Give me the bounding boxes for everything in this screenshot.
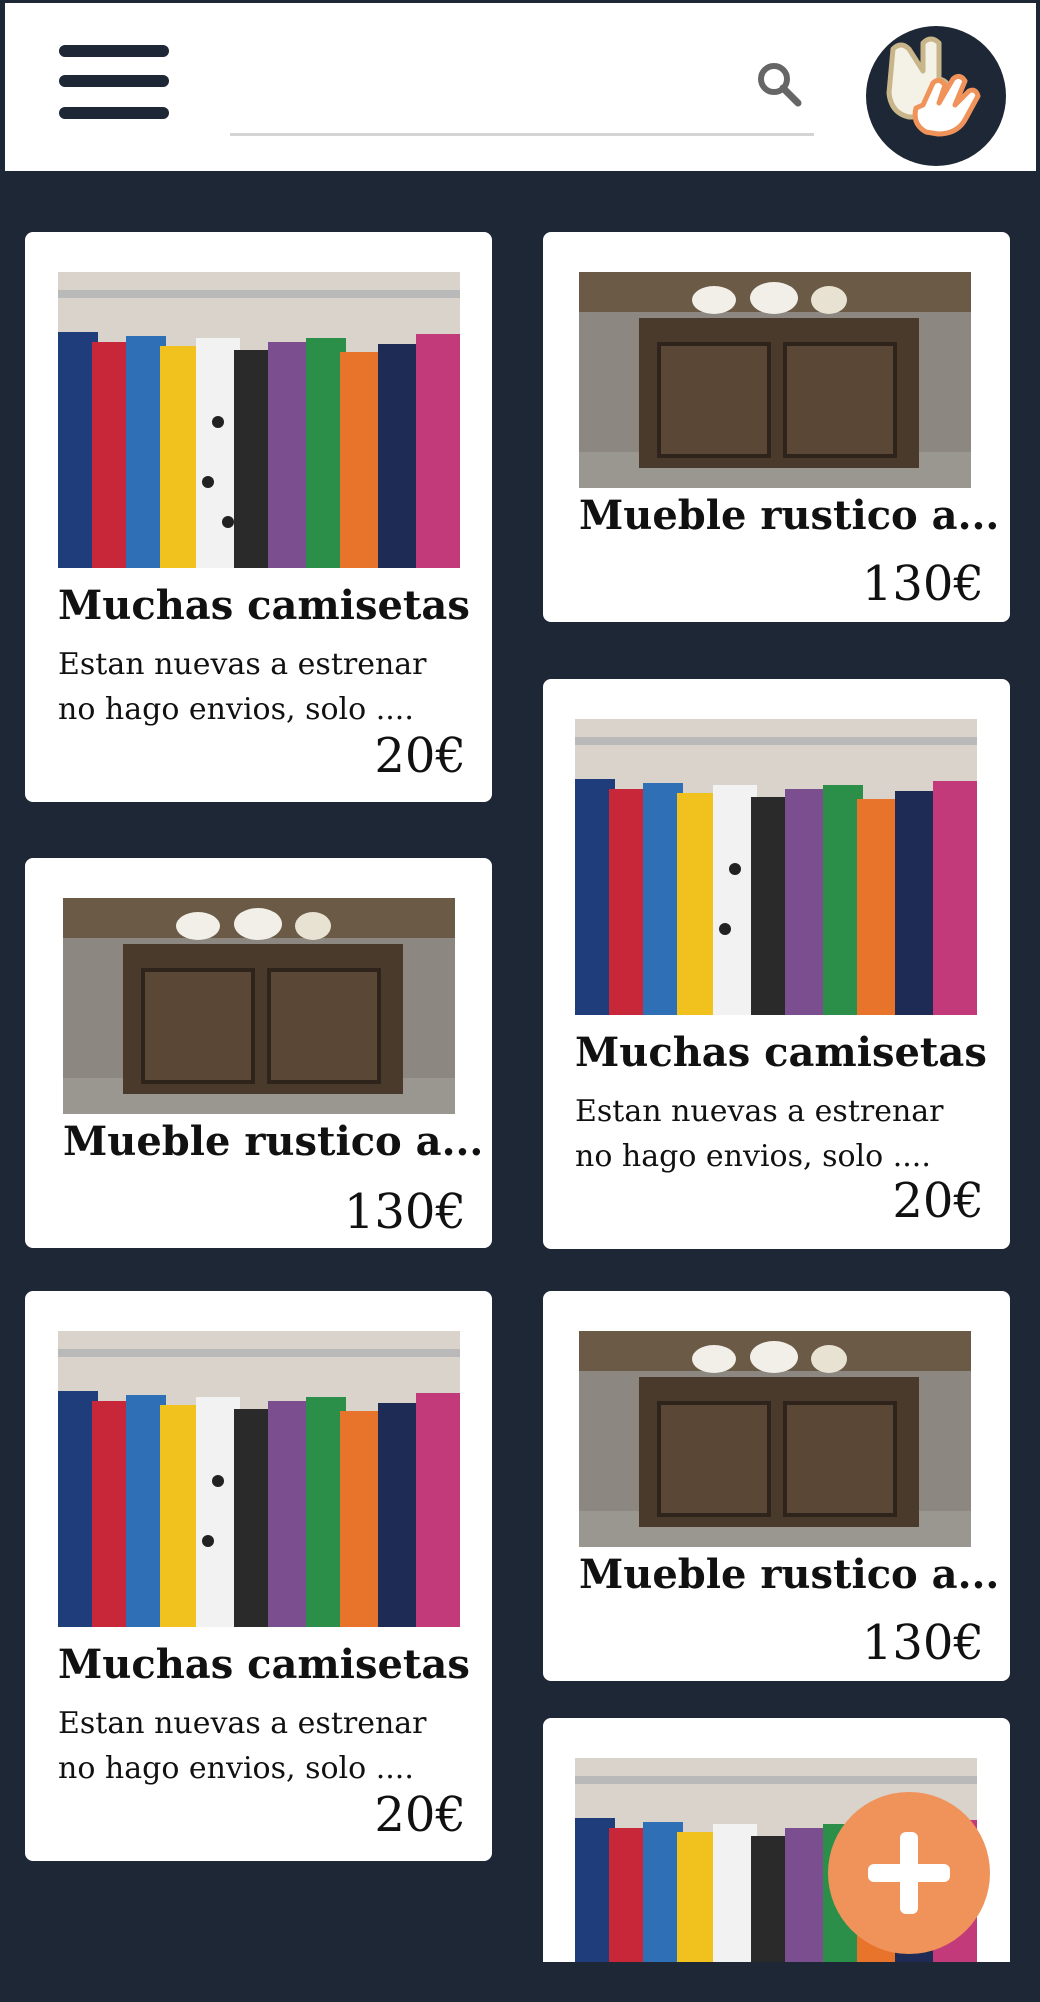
listing-description: Estan nuevas a estrenar no hago envios, … xyxy=(575,1089,975,1179)
listing-card[interactable]: Mueble rustico a... 130€ xyxy=(25,858,492,1248)
search-input[interactable] xyxy=(230,31,814,136)
listing-card[interactable]: Muchas camisetas Estan nuevas a estrenar… xyxy=(543,679,1010,1249)
menu-icon-bar xyxy=(59,107,169,119)
listing-title: Mueble rustico a... xyxy=(579,492,1000,539)
menu-icon xyxy=(59,45,169,57)
menu-icon-bar xyxy=(59,75,169,87)
listing-price: 130€ xyxy=(343,1184,466,1240)
listing-title: Muchas camisetas xyxy=(58,582,470,629)
listing-description: Estan nuevas a estrenar no hago envios, … xyxy=(58,1701,458,1791)
listing-card[interactable]: Mueble rustico a... 130€ xyxy=(543,1291,1010,1681)
furniture-image xyxy=(579,272,971,488)
clothes-rack-image xyxy=(575,719,977,1015)
clothes-rack-image xyxy=(58,1331,460,1627)
clothes-rack-image xyxy=(58,272,460,568)
listing-price: 130€ xyxy=(861,1615,984,1671)
search-bar xyxy=(230,31,826,139)
listing-title: Muchas camisetas xyxy=(58,1641,470,1688)
top-bar xyxy=(5,3,1036,171)
bottom-edge xyxy=(0,1962,1040,2002)
listing-description: Estan nuevas a estrenar no hago envios, … xyxy=(58,642,458,732)
listing-description-line: Estan nuevas a estrenar xyxy=(58,647,427,682)
listing-price: 130€ xyxy=(861,556,984,612)
listing-title: Mueble rustico a... xyxy=(63,1118,484,1165)
listing-price: 20€ xyxy=(374,728,466,784)
listing-card[interactable]: Muchas camisetas Estan nuevas a estrenar… xyxy=(25,1291,492,1861)
listing-title: Muchas camisetas xyxy=(575,1029,987,1076)
listing-price: 20€ xyxy=(892,1173,984,1229)
search-icon[interactable] xyxy=(750,55,810,115)
listing-title: Mueble rustico a... xyxy=(579,1551,1000,1598)
hands-logo-icon[interactable] xyxy=(863,21,1009,167)
furniture-image xyxy=(63,898,455,1114)
menu-button[interactable] xyxy=(53,41,173,127)
listing-description-line: no hago envios, solo .... xyxy=(58,1751,414,1786)
listing-card[interactable]: Mueble rustico a... 130€ xyxy=(543,232,1010,622)
add-listing-button[interactable] xyxy=(828,1792,990,1954)
listing-card[interactable]: Muchas camisetas Estan nuevas a estrenar… xyxy=(25,232,492,802)
listing-price: 20€ xyxy=(374,1787,466,1843)
listing-description-line: no hago envios, solo .... xyxy=(58,692,414,727)
listing-description-line: Estan nuevas a estrenar xyxy=(575,1094,944,1129)
listing-description-line: Estan nuevas a estrenar xyxy=(58,1706,427,1741)
furniture-image xyxy=(579,1331,971,1547)
